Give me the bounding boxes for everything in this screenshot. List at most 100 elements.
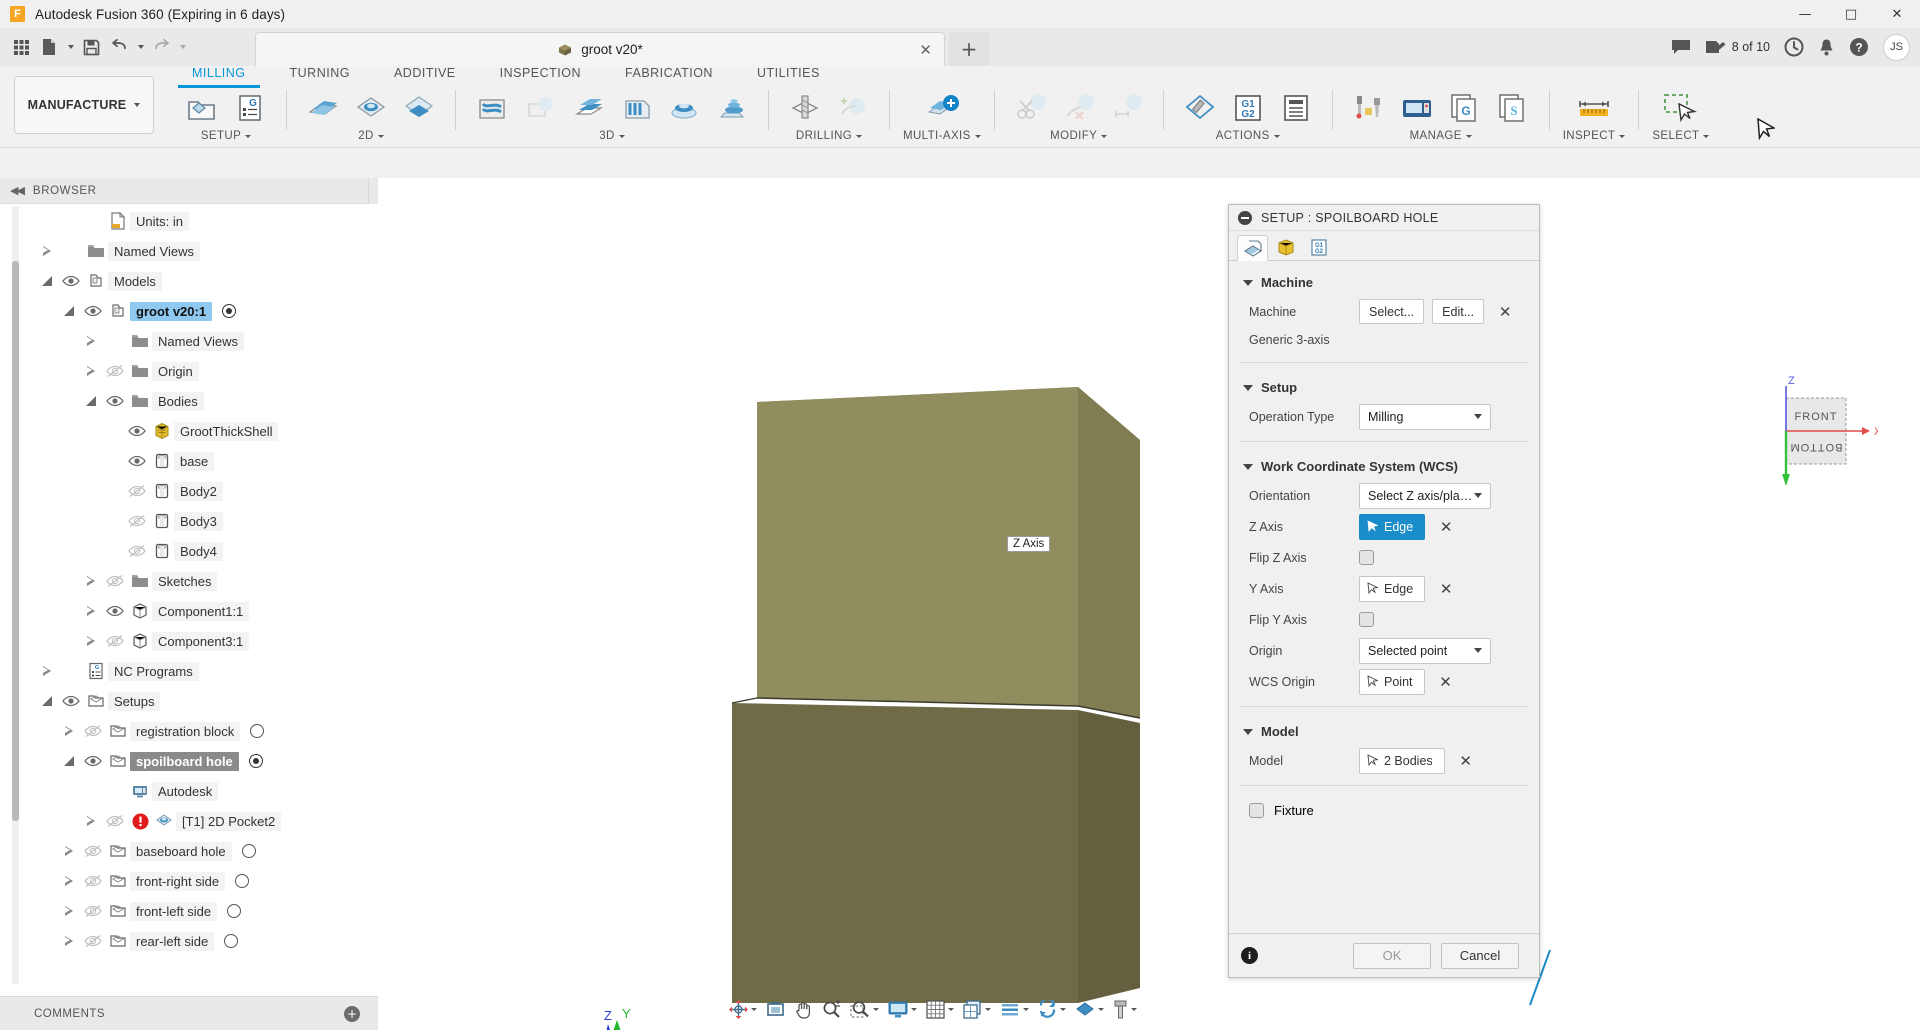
new-tab-button[interactable]: +: [949, 32, 989, 66]
tree-collapse-toggle[interactable]: [36, 686, 58, 716]
chevron-right-icon[interactable]: [42, 665, 52, 677]
cancel-button[interactable]: Cancel: [1441, 942, 1519, 969]
visibility-toggle[interactable]: [80, 716, 106, 746]
visibility-toggle[interactable]: [102, 356, 128, 386]
tree-node[interactable]: Origin: [0, 356, 378, 386]
chevron-right-icon[interactable]: [64, 845, 74, 857]
post-process-button[interactable]: G1 G2: [1225, 88, 1271, 128]
view-cube[interactable]: FRONT BOTTOM X Z: [1758, 368, 1878, 488]
spiral-3d-button[interactable]: [709, 88, 755, 128]
chevron-right-icon[interactable]: [86, 575, 96, 587]
add-comment-button[interactable]: +: [344, 1005, 360, 1022]
visibility-toggle[interactable]: [58, 686, 84, 716]
ribbon-group-label-manage[interactable]: MANAGE: [1410, 130, 1472, 142]
trim-button[interactable]: [1008, 88, 1054, 128]
tree-node[interactable]: front-right side: [0, 866, 378, 896]
visibility-toggle[interactable]: [102, 626, 128, 656]
dialog-tab-setup[interactable]: [1237, 235, 1268, 261]
section-machine-header[interactable]: Machine: [1229, 267, 1539, 296]
measure-button[interactable]: [1571, 88, 1617, 128]
tree-node[interactable]: spoilboard hole: [0, 746, 378, 776]
fixture-checkbox[interactable]: [1249, 803, 1264, 818]
tree-node[interactable]: Body4: [0, 536, 378, 566]
adaptive-clearing-button[interactable]: [396, 88, 442, 128]
select-tool-button[interactable]: [1658, 88, 1704, 128]
tree-node[interactable]: GrootThickShell: [0, 416, 378, 446]
visibility-toggle[interactable]: [80, 926, 106, 956]
dialog-tab-stock[interactable]: [1270, 234, 1301, 260]
visibility-toggle[interactable]: [124, 416, 150, 446]
setup-sheet-button[interactable]: [1273, 88, 1319, 128]
visibility-toggle[interactable]: [102, 806, 128, 836]
viewport-3d[interactable]: Z Axis x Y Z FRONT BOTTOM: [378, 178, 1920, 1030]
tree-collapse-toggle[interactable]: [80, 386, 102, 416]
y-axis-select-button[interactable]: Edge: [1359, 575, 1426, 602]
y-axis-clear-icon[interactable]: ✕: [1435, 578, 1457, 600]
active-setup-radio[interactable]: [227, 904, 242, 918]
ribbon-group-label-drilling[interactable]: DRILLING: [796, 130, 863, 142]
tree-expand-toggle[interactable]: [58, 716, 80, 746]
tree-node[interactable]: [T1] 2D Pocket2: [0, 806, 378, 836]
tree-expand-toggle[interactable]: [80, 596, 102, 626]
chevron-right-icon[interactable]: [64, 905, 74, 917]
visibility-toggle[interactable]: [80, 896, 106, 926]
machine-select-button[interactable]: Select...: [1359, 299, 1425, 324]
grid-snaps-button[interactable]: [922, 994, 958, 1024]
section-setup-header[interactable]: Setup: [1229, 372, 1539, 401]
tree-node[interactable]: Autodesk: [0, 776, 378, 806]
ribbon-tab-additive[interactable]: ADDITIVE: [372, 60, 478, 86]
chevron-down-icon[interactable]: [41, 695, 53, 707]
flip-y-checkbox[interactable]: [1359, 612, 1374, 627]
dialog-tab-post-process[interactable]: G1 G2: [1303, 234, 1334, 260]
tree-expand-toggle[interactable]: [58, 866, 80, 896]
tree-node[interactable]: Models: [0, 266, 378, 296]
section-model-header[interactable]: Model: [1229, 716, 1539, 745]
ok-button[interactable]: OK: [1353, 942, 1431, 969]
model-select-button[interactable]: 2 Bodies: [1359, 747, 1445, 774]
tree-node[interactable]: Bodies: [0, 386, 378, 416]
wcs-origin-select-button[interactable]: Point: [1359, 668, 1425, 695]
machine-edit-button[interactable]: Edit...: [1432, 299, 1485, 324]
avatar[interactable]: JS: [1883, 33, 1910, 61]
bore-button[interactable]: [830, 88, 876, 128]
browser-resize-handle[interactable]: [368, 177, 378, 204]
tree-node[interactable]: registration block: [0, 716, 378, 746]
undo-button[interactable]: [106, 34, 132, 60]
tree-node[interactable]: baseboard hole: [0, 836, 378, 866]
chevron-right-icon[interactable]: [86, 365, 96, 377]
active-setup-radio[interactable]: [235, 874, 250, 888]
section-wcs-header[interactable]: Work Coordinate System (WCS): [1229, 451, 1539, 480]
undo-dropdown[interactable]: [134, 34, 146, 60]
recent-button[interactable]: [1784, 37, 1804, 57]
dialog-collapse-icon[interactable]: [1238, 210, 1252, 225]
layers-button[interactable]: [996, 994, 1033, 1024]
setup-sheet-manage-button[interactable]: S: [1490, 88, 1536, 128]
collapse-left-icon[interactable]: ◀◀: [10, 184, 25, 197]
wcs-origin-clear-icon[interactable]: ✕: [1435, 671, 1457, 693]
visibility-toggle[interactable]: [58, 266, 84, 296]
tree-expand-toggle[interactable]: [58, 896, 80, 926]
generate-nc-button[interactable]: G: [1442, 88, 1488, 128]
chevron-right-icon[interactable]: [86, 815, 96, 827]
tree-expand-toggle[interactable]: [80, 566, 102, 596]
info-icon[interactable]: i: [1241, 947, 1258, 964]
pocket-operation-button[interactable]: [348, 88, 394, 128]
tree-node[interactable]: base: [0, 446, 378, 476]
tree-node[interactable]: Units: in: [0, 206, 378, 236]
active-setup-radio-selected[interactable]: [248, 754, 263, 768]
zoom-window-button[interactable]: [846, 994, 883, 1024]
visibility-toggle[interactable]: [80, 866, 106, 896]
tree-node[interactable]: Sketches: [0, 566, 378, 596]
visibility-toggle[interactable]: [102, 596, 128, 626]
adaptive-3d-button[interactable]: [469, 88, 515, 128]
new-document-dropdown[interactable]: [64, 34, 76, 60]
model-geometry[interactable]: [378, 178, 1920, 1030]
operation-type-select[interactable]: Milling: [1359, 403, 1491, 430]
chevron-right-icon[interactable]: [86, 635, 96, 647]
maximize-button[interactable]: □: [1828, 0, 1874, 28]
visibility-toggle[interactable]: [124, 536, 150, 566]
chevron-down-icon[interactable]: [41, 275, 53, 287]
comments-panel-header[interactable]: COMMENTS +: [0, 996, 378, 1030]
pocket-clearing-3d-button[interactable]: [517, 88, 563, 128]
flip-z-checkbox[interactable]: [1359, 550, 1374, 565]
